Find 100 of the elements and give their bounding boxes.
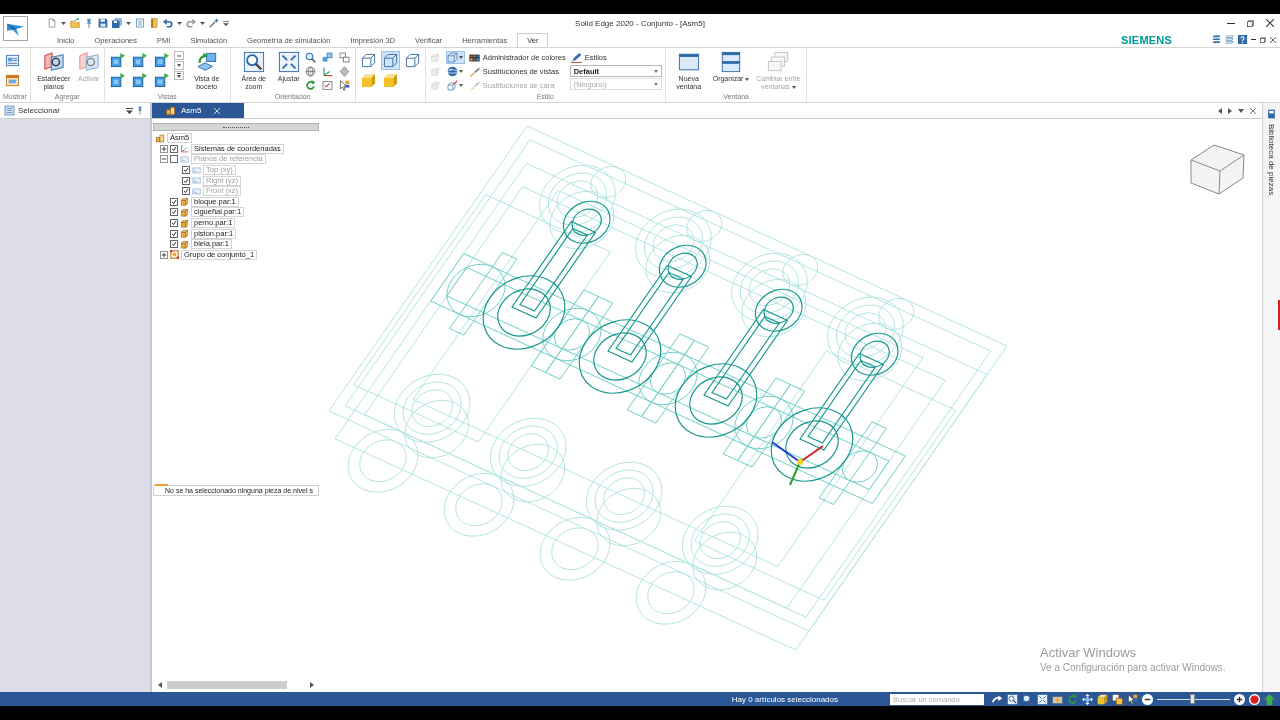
fit-icon <box>277 51 300 73</box>
tool-button[interactable] <box>445 51 465 64</box>
list-icon[interactable] <box>135 18 145 28</box>
pane-handle[interactable] <box>153 123 319 131</box>
left-arrow-icon[interactable] <box>1218 107 1222 114</box>
checkbox[interactable] <box>170 219 178 228</box>
minimize-icon[interactable] <box>1227 22 1235 24</box>
tool-button[interactable] <box>320 51 335 64</box>
caret-icon[interactable] <box>1238 108 1244 113</box>
tool-button[interactable] <box>445 65 465 78</box>
zoom-area-icon[interactable] <box>1007 693 1018 705</box>
shaded-cube-icon <box>360 73 376 88</box>
plane-icon <box>180 155 189 164</box>
document-tab[interactable]: Asm5 <box>152 103 244 118</box>
marker-icon <box>155 484 168 486</box>
edge-marker-icon <box>1278 300 1280 331</box>
logo-icon <box>7 21 24 36</box>
right-arrow-icon[interactable] <box>310 682 314 688</box>
plane-icon <box>192 176 201 186</box>
checkbox[interactable] <box>182 176 190 185</box>
caret-icon <box>791 85 796 89</box>
caret-icon[interactable] <box>61 21 66 25</box>
tool-button[interactable] <box>303 79 318 92</box>
tool-button[interactable] <box>320 79 335 92</box>
select-icon[interactable] <box>4 105 15 116</box>
pan-icon[interactable] <box>1082 693 1093 705</box>
shaded-cube-icon[interactable] <box>1097 693 1108 705</box>
expand-icon[interactable] <box>160 144 168 153</box>
stack-outline-icon[interactable] <box>1225 35 1234 44</box>
cubes-icon <box>322 52 334 63</box>
customize-icon[interactable] <box>223 20 229 26</box>
help-icon[interactable] <box>1238 35 1247 44</box>
plane-icon <box>192 186 201 196</box>
tool-button[interactable] <box>303 51 318 64</box>
more-icon[interactable] <box>173 71 184 80</box>
collapse-icon[interactable] <box>160 155 168 164</box>
layers-icon[interactable] <box>1112 693 1123 705</box>
close-icon[interactable] <box>1270 36 1276 43</box>
checkbox[interactable] <box>182 187 190 196</box>
sketch-view-icon <box>195 51 218 73</box>
library-tab[interactable]: Biblioteca de piezas <box>1267 124 1276 196</box>
color-grid-icon <box>468 52 480 63</box>
undo-icon[interactable] <box>163 18 173 28</box>
planes-icon <box>42 51 65 73</box>
notebook-icon[interactable] <box>149 18 159 28</box>
checkbox[interactable] <box>170 240 178 249</box>
floppy-icon[interactable] <box>98 18 108 28</box>
restore-icon[interactable] <box>1260 36 1266 43</box>
small-cube-icon <box>430 52 442 63</box>
activation-title: Activar Windows <box>1040 645 1138 661</box>
record-icon[interactable] <box>1249 693 1260 705</box>
tool-button[interactable] <box>380 51 400 70</box>
caret-icon[interactable] <box>177 21 182 25</box>
pin-icon[interactable] <box>84 18 94 28</box>
scrollbar-thumb[interactable] <box>167 681 287 689</box>
book-icon[interactable] <box>1267 109 1276 119</box>
tool-button[interactable] <box>303 65 318 78</box>
planes-icon <box>77 51 100 73</box>
magnifier-icon[interactable] <box>1022 693 1033 705</box>
app-menu-button[interactable] <box>3 16 28 41</box>
caret-icon <box>653 69 658 73</box>
tool-button[interactable] <box>337 51 352 64</box>
caret-icon[interactable] <box>126 21 131 25</box>
tool-button[interactable] <box>445 79 465 92</box>
sphere-icon <box>447 66 459 77</box>
zoom-in-icon[interactable] <box>1234 693 1245 705</box>
tool-button[interactable] <box>337 65 352 78</box>
wire-cube-icon <box>447 52 459 63</box>
checkbox[interactable] <box>170 229 178 238</box>
close-icon[interactable] <box>1266 19 1274 27</box>
right-arrow-icon[interactable] <box>1228 107 1232 114</box>
checkbox[interactable] <box>170 144 178 153</box>
floppy-stack-icon[interactable] <box>112 18 122 28</box>
left-arrow-icon[interactable] <box>158 682 162 688</box>
zoom-out-icon[interactable] <box>1142 693 1153 705</box>
slider-thumb[interactable] <box>1189 694 1195 704</box>
tool-button[interactable] <box>337 79 352 92</box>
redo-icon[interactable] <box>186 18 196 28</box>
tool-button[interactable] <box>320 65 335 78</box>
wand-icon[interactable] <box>209 18 219 28</box>
pen-icon <box>570 52 582 63</box>
checkbox[interactable] <box>182 166 190 175</box>
menu-caret-icon[interactable] <box>126 107 133 114</box>
checkbox[interactable] <box>170 208 178 217</box>
expand-icon[interactable] <box>160 250 168 259</box>
checklist-icon <box>322 80 334 91</box>
caret-icon[interactable] <box>200 21 205 25</box>
checkbox[interactable] <box>170 197 178 206</box>
forward-arrow-icon[interactable] <box>992 693 1003 705</box>
scroll-down-icon[interactable] <box>173 61 184 70</box>
restore-icon[interactable] <box>1247 19 1254 27</box>
cursor-icon[interactable] <box>1127 693 1138 705</box>
view-box-icon <box>153 53 169 68</box>
camera-icon[interactable] <box>1052 693 1063 705</box>
stack-icon[interactable] <box>1212 35 1221 44</box>
status-text: Hay 0 artículos seleccionados <box>730 694 839 704</box>
fit-icon[interactable] <box>1037 693 1048 705</box>
checkbox[interactable] <box>170 155 178 164</box>
folder-icon[interactable] <box>70 18 80 28</box>
view-cube-icon[interactable] <box>1190 144 1245 195</box>
